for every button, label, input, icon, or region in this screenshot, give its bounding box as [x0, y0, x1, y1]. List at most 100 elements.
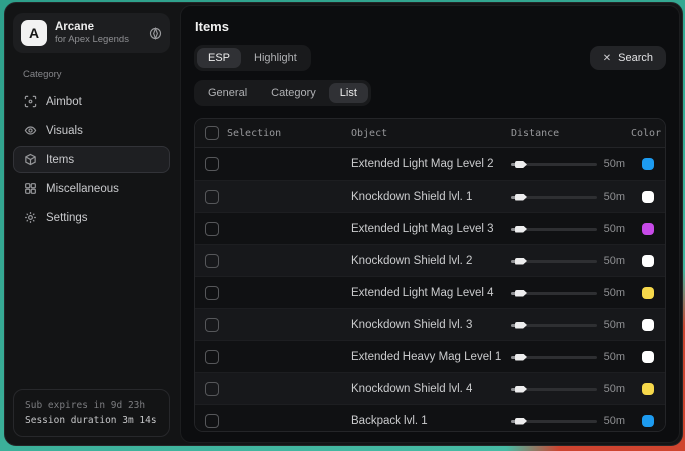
row-checkbox[interactable]	[205, 382, 219, 396]
toolbar: ESPHighlight ✕ Search	[194, 45, 666, 71]
page-title: Items	[195, 19, 666, 34]
tab-highlight[interactable]: Highlight	[243, 48, 308, 68]
color-swatch[interactable]	[642, 287, 654, 299]
table-row[interactable]: Extended Light Mag Level 4 50m	[195, 276, 665, 308]
slider-thumb[interactable]	[515, 354, 527, 361]
distance-slider[interactable]	[511, 224, 597, 234]
session-info-card: Sub expires in 9d 23h Session duration 3…	[13, 389, 170, 437]
column-header-selection: Selection	[225, 128, 351, 139]
table-row[interactable]: Knockdown Shield lvl. 4 50m	[195, 372, 665, 404]
slider-thumb[interactable]	[515, 386, 527, 393]
row-checkbox[interactable]	[205, 286, 219, 300]
row-checkbox[interactable]	[205, 318, 219, 332]
sidebar-item-settings[interactable]: Settings	[13, 204, 170, 231]
object-name: Extended Heavy Mag Level 1	[351, 351, 511, 363]
view-tab-category[interactable]: Category	[260, 83, 327, 103]
color-swatch[interactable]	[642, 255, 654, 267]
sidebar-item-miscellaneous[interactable]: Miscellaneous	[13, 175, 170, 202]
table-row[interactable]: Extended Heavy Mag Level 1 50m	[195, 340, 665, 372]
grid-icon	[24, 182, 37, 195]
color-swatch[interactable]	[642, 319, 654, 331]
row-checkbox[interactable]	[205, 222, 219, 236]
sidebar-item-items[interactable]: Items	[13, 146, 170, 173]
color-swatch[interactable]	[642, 158, 654, 170]
search-button[interactable]: ✕ Search	[590, 46, 666, 70]
color-swatch[interactable]	[642, 351, 654, 363]
slider-thumb[interactable]	[515, 418, 527, 425]
select-all-checkbox[interactable]	[205, 126, 219, 140]
distance-value: 50m	[604, 255, 625, 267]
table-row[interactable]: Knockdown Shield lvl. 1 50m	[195, 180, 665, 212]
slider-thumb[interactable]	[515, 258, 527, 265]
sidebar-item-label: Visuals	[46, 125, 83, 137]
view-tab-list[interactable]: List	[329, 83, 368, 103]
sidebar-item-label: Miscellaneous	[46, 183, 119, 195]
table-row[interactable]: Extended Light Mag Level 2 50m	[195, 148, 665, 180]
sidebar-item-aimbot[interactable]: Aimbot	[13, 88, 170, 115]
table-row[interactable]: Knockdown Shield lvl. 2 50m	[195, 244, 665, 276]
distance-value: 50m	[604, 351, 625, 363]
slider-thumb[interactable]	[515, 226, 527, 233]
distance-value: 50m	[604, 415, 625, 427]
distance-slider[interactable]	[511, 416, 597, 426]
eye-icon	[24, 124, 37, 137]
table-row[interactable]: Backpack lvl. 1 50m	[195, 404, 665, 432]
column-header-object: Object	[351, 128, 511, 139]
distance-value: 50m	[604, 383, 625, 395]
distance-slider[interactable]	[511, 192, 597, 202]
tab-esp[interactable]: ESP	[197, 48, 241, 68]
crosshair-badge-icon[interactable]	[149, 27, 162, 40]
brand-card: A Arcane for Apex Legends	[13, 13, 170, 53]
view-tabs: GeneralCategoryList	[194, 80, 371, 106]
sidebar-item-label: Aimbot	[46, 96, 82, 108]
distance-slider[interactable]	[511, 159, 597, 169]
distance-cell: 50m	[511, 255, 631, 267]
object-name: Extended Light Mag Level 4	[351, 287, 511, 299]
distance-cell: 50m	[511, 287, 631, 299]
row-checkbox[interactable]	[205, 254, 219, 268]
distance-cell: 50m	[511, 415, 631, 427]
sidebar-item-label: Items	[46, 154, 74, 166]
distance-slider[interactable]	[511, 384, 597, 394]
color-swatch[interactable]	[642, 223, 654, 235]
object-name: Extended Light Mag Level 3	[351, 223, 511, 235]
row-checkbox[interactable]	[205, 350, 219, 364]
distance-slider[interactable]	[511, 288, 597, 298]
view-tab-bar: GeneralCategoryList	[194, 80, 666, 106]
color-swatch[interactable]	[642, 383, 654, 395]
slider-thumb[interactable]	[515, 322, 527, 329]
distance-slider[interactable]	[511, 256, 597, 266]
table-row[interactable]: Knockdown Shield lvl. 3 50m	[195, 308, 665, 340]
distance-slider[interactable]	[511, 320, 597, 330]
distance-slider[interactable]	[511, 352, 597, 362]
object-name: Backpack lvl. 1	[351, 415, 511, 427]
items-table: Selection Object Distance Color Extended…	[194, 118, 666, 432]
app-subtitle: for Apex Legends	[55, 34, 141, 46]
table-row[interactable]: Extended Light Mag Level 3 50m	[195, 212, 665, 244]
sidebar-item-label: Settings	[46, 212, 88, 224]
crosshair-icon	[24, 95, 37, 108]
object-name: Extended Light Mag Level 2	[351, 158, 511, 170]
distance-cell: 50m	[511, 158, 631, 170]
distance-cell: 50m	[511, 223, 631, 235]
row-checkbox[interactable]	[205, 157, 219, 171]
main-panel: Items ESPHighlight ✕ Search GeneralCateg…	[180, 5, 680, 443]
slider-thumb[interactable]	[515, 194, 527, 201]
x-icon: ✕	[603, 53, 611, 64]
color-swatch[interactable]	[642, 191, 654, 203]
sidebar-item-visuals[interactable]: Visuals	[13, 117, 170, 144]
row-checkbox[interactable]	[205, 190, 219, 204]
object-name: Knockdown Shield lvl. 2	[351, 255, 511, 267]
distance-value: 50m	[604, 191, 625, 203]
app-window: A Arcane for Apex Legends Category Aimbo…	[4, 2, 683, 446]
search-button-label: Search	[618, 52, 653, 64]
distance-value: 50m	[604, 287, 625, 299]
view-tab-general[interactable]: General	[197, 83, 258, 103]
distance-value: 50m	[604, 319, 625, 331]
app-logo: A	[21, 20, 47, 46]
session-duration-text: Session duration 3m 14s	[25, 413, 158, 428]
row-checkbox[interactable]	[205, 414, 219, 428]
color-swatch[interactable]	[642, 415, 654, 427]
slider-thumb[interactable]	[515, 290, 527, 297]
column-header-color: Color	[631, 128, 665, 139]
